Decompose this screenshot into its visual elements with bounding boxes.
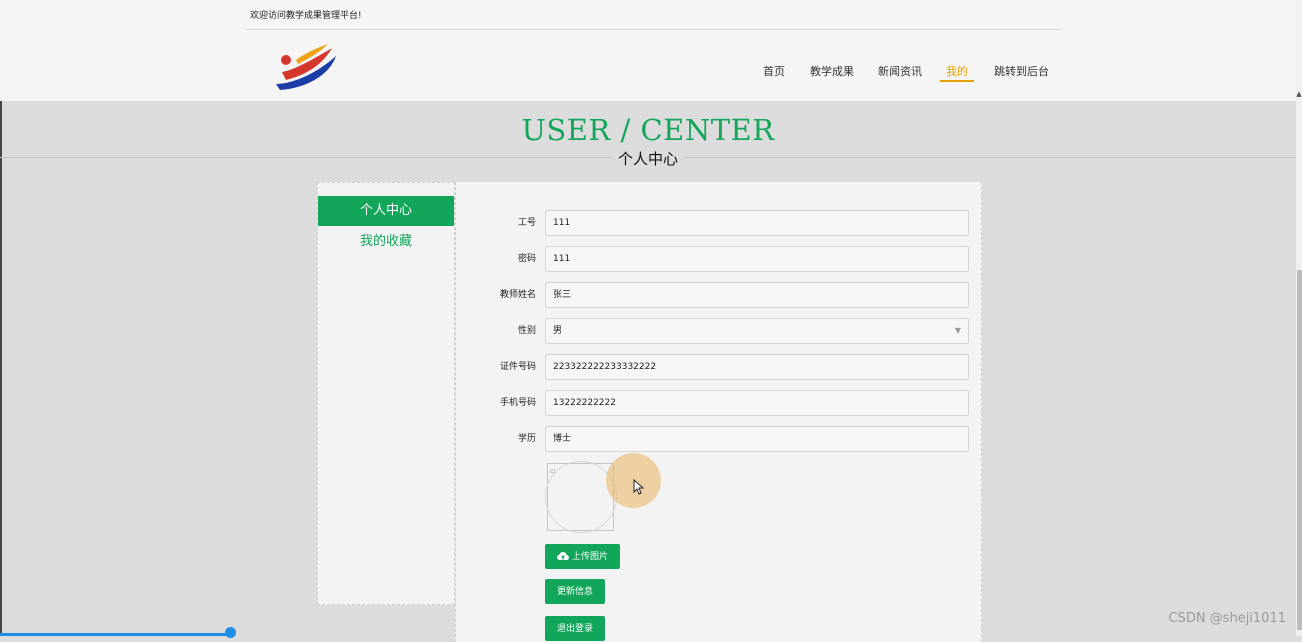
page-title-cn: 个人中心 <box>611 148 684 169</box>
nav-backend[interactable]: 跳转到后台 <box>994 63 1049 79</box>
scrollbar-thumb[interactable] <box>1297 270 1302 630</box>
main-nav: 首页 教学成果 新闻资讯 我的 跳转到后台 <box>0 63 1296 87</box>
label-gender: 性别 <box>517 326 536 336</box>
sidebar-item-favorites[interactable]: 我的收藏 <box>318 227 454 257</box>
update-info-button[interactable]: 更新信息 <box>545 579 606 604</box>
nav-active-indicator <box>940 80 974 82</box>
employee-id-input[interactable]: 111 <box>545 210 969 236</box>
upload-image-button[interactable]: 上传图片 <box>545 544 621 569</box>
upload-image-label: 上传图片 <box>572 551 609 561</box>
sidebar-item-profile[interactable]: 个人中心 <box>318 196 454 226</box>
page-title-cn-wrap: 个人中心 <box>0 148 1296 169</box>
form-row-employee-id: 工号 111 <box>456 210 983 236</box>
form-row-education: 学历 博士 <box>456 426 983 452</box>
profile-form-panel: 工号 111 密码 111 教师姓名 张三 性别 男 ▼ 证件号码 223322… <box>455 182 982 642</box>
page-title-en: USER / CENTER <box>521 113 775 147</box>
id-number-input[interactable]: 223322222233332222 <box>545 354 969 380</box>
progress-knob[interactable] <box>225 627 236 638</box>
gender-select[interactable]: 男 ▼ <box>545 318 969 344</box>
cloud-upload-icon <box>557 552 569 561</box>
nav-mine[interactable]: 我的 <box>946 63 968 79</box>
gender-value: 男 <box>553 326 563 336</box>
label-id-number: 证件号码 <box>499 362 536 372</box>
form-row-teacher-name: 教师姓名 张三 <box>456 282 983 308</box>
phone-input[interactable]: 13222222222 <box>545 390 969 416</box>
header-divider <box>246 29 1062 30</box>
caret-down-icon: ▼ <box>954 326 961 335</box>
label-employee-id: 工号 <box>517 218 536 228</box>
site-header: 欢迎访问教学成果管理平台! 首页 教学成果 新闻资讯 我的 跳转到后台 <box>0 0 1296 101</box>
scroll-up-arrow-icon[interactable]: ▲ <box>1296 90 1302 104</box>
nav-home[interactable]: 首页 <box>763 63 785 79</box>
mouse-pointer-icon <box>633 479 644 495</box>
teacher-name-input[interactable]: 张三 <box>545 282 969 308</box>
label-phone: 手机号码 <box>499 398 536 408</box>
label-password: 密码 <box>517 254 536 264</box>
form-row-password: 密码 111 <box>456 246 983 272</box>
nav-achievements[interactable]: 教学成果 <box>810 63 854 79</box>
watermark: CSDN @sheji1011 <box>1168 611 1286 626</box>
label-teacher-name: 教师姓名 <box>499 290 536 300</box>
form-row-phone: 手机号码 13222222222 <box>456 390 983 416</box>
user-sidebar: 个人中心 我的收藏 <box>317 182 455 605</box>
logout-button[interactable]: 退出登录 <box>545 616 606 641</box>
education-input[interactable]: 博士 <box>545 426 969 452</box>
form-row-id-number: 证件号码 223322222233332222 <box>456 354 983 380</box>
nav-news[interactable]: 新闻资讯 <box>878 63 922 79</box>
welcome-text: 欢迎访问教学成果管理平台! <box>250 11 362 21</box>
label-education: 学历 <box>517 434 536 444</box>
password-input[interactable]: 111 <box>545 246 969 272</box>
form-row-gender: 性别 男 ▼ <box>456 318 983 344</box>
